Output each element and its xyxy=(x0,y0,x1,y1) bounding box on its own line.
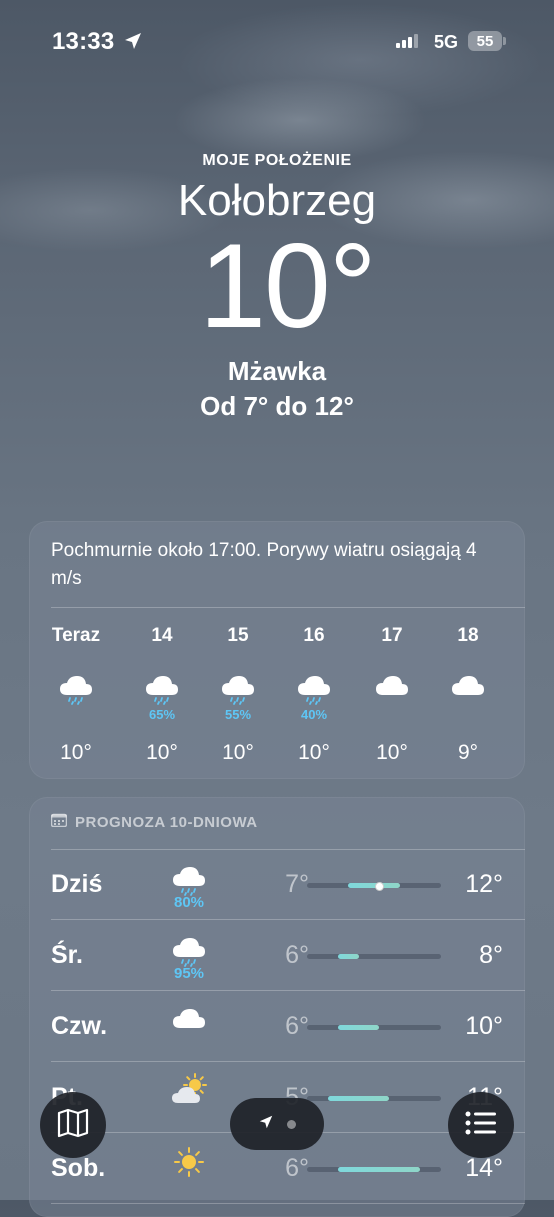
low-temperature: 6° xyxy=(285,1012,309,1040)
current-condition: Mżawka xyxy=(227,356,327,386)
day-label: Czw. xyxy=(51,1012,108,1040)
day-row[interactable]: Czw. 6° 10° xyxy=(29,992,525,1062)
calendar-icon xyxy=(50,813,68,831)
status-bar: 13:33 5G 55 xyxy=(0,24,554,60)
temperature-range-bar xyxy=(307,882,441,891)
page-dot xyxy=(286,1119,296,1129)
cloud-rain-icon xyxy=(167,931,211,967)
divider xyxy=(51,990,525,991)
signal-icon xyxy=(396,34,422,53)
cloud-rain-icon xyxy=(167,860,211,896)
hour-temperature: 10° xyxy=(298,741,330,764)
cloud-rain-icon xyxy=(279,669,349,705)
location-arrow-icon xyxy=(124,32,142,55)
hour-column: 14 65% 10° xyxy=(127,625,197,775)
hour-column: 18 9° xyxy=(433,625,503,775)
bottom-toolbar xyxy=(0,1090,554,1160)
my-location-label: MOJE POŁOŻENIE xyxy=(202,152,352,169)
current-weather: MOJE POŁOŻENIE Kołobrzeg 10° Mżawka Od 7… xyxy=(0,152,554,422)
hour-temperature: 10° xyxy=(60,741,92,764)
precipitation-chance: 65% xyxy=(148,707,176,722)
temperature-range-bar xyxy=(307,1025,441,1030)
cloud-icon xyxy=(167,1002,211,1036)
precipitation-chance: 80% xyxy=(173,894,205,911)
high-temperature: 12° xyxy=(465,870,503,898)
temperature-range-bar xyxy=(307,1167,441,1172)
hour-column: 16 40% 10° xyxy=(279,625,349,775)
hour-label: 16 xyxy=(303,625,325,646)
hour-column: Teraz 10° xyxy=(41,625,111,775)
hour-label: 15 xyxy=(227,625,249,646)
hour-label: 18 xyxy=(457,625,479,646)
locations-list-button[interactable] xyxy=(448,1092,514,1158)
precipitation-chance: 40% xyxy=(300,707,328,722)
day-label: Dziś xyxy=(51,870,103,898)
low-temperature: 7° xyxy=(285,870,309,898)
list-icon xyxy=(465,1110,497,1141)
low-temperature: 6° xyxy=(285,941,309,969)
divider xyxy=(51,919,525,920)
hourly-forecast-card[interactable]: Pochmurnie około 17:00. Porywy wiatru os… xyxy=(29,521,525,779)
daily-header: PROGNOZA 10-DNIOWA xyxy=(50,813,258,831)
hour-temperature: 10° xyxy=(222,741,254,764)
hour-temperature: 9° xyxy=(457,741,479,764)
hour-label: Teraz xyxy=(51,625,101,646)
hour-label: 14 xyxy=(151,625,173,646)
hour-column: 15 55% 10° xyxy=(203,625,273,775)
current-temperature: 10° xyxy=(199,219,376,353)
divider xyxy=(51,1061,525,1062)
temperature-range-fill xyxy=(337,1167,421,1172)
map-icon xyxy=(57,1108,89,1143)
cloud-icon xyxy=(357,669,427,705)
temperature-range: Od 7° do 12° xyxy=(200,391,354,421)
high-temperature: 10° xyxy=(465,1012,503,1040)
cloud-icon xyxy=(433,669,503,705)
precipitation-chance: 55% xyxy=(224,707,252,722)
current-temp-dot xyxy=(375,882,385,891)
precipitation-chance: 95% xyxy=(173,965,205,982)
hour-temperature: 10° xyxy=(146,741,178,764)
divider xyxy=(51,1203,525,1204)
cloud-rain-icon xyxy=(127,669,197,705)
divider xyxy=(51,607,525,608)
battery-level: 55 xyxy=(476,32,494,50)
location-arrow-icon xyxy=(259,1115,273,1134)
temperature-range-bar xyxy=(307,954,441,959)
cloud-rain-icon xyxy=(203,669,273,705)
day-row[interactable]: Dziś 80% 7° 12° xyxy=(29,850,525,920)
network-type: 5G xyxy=(434,32,459,52)
day-label: Śr. xyxy=(51,941,83,969)
high-temperature: 8° xyxy=(479,941,503,969)
hour-label: 17 xyxy=(381,625,403,646)
battery-icon: 55 xyxy=(468,31,506,51)
hour-temperature: 10° xyxy=(376,741,408,764)
hourly-list[interactable]: Teraz 10° 14 65% 10° 15 55% 10° 16 40% 10° 17 10° 18 9… xyxy=(41,625,525,775)
location-page-indicator[interactable] xyxy=(230,1098,324,1150)
temperature-range-fill xyxy=(337,954,359,959)
hourly-summary: Pochmurnie około 17:00. Porywy wiatru os… xyxy=(51,540,477,589)
map-button[interactable] xyxy=(40,1092,106,1158)
status-time: 13:33 xyxy=(52,28,115,55)
hour-column: 17 10° xyxy=(357,625,427,775)
cloud-drizzle-icon xyxy=(41,669,111,705)
daily-title: PROGNOZA 10-DNIOWA xyxy=(75,813,258,831)
temperature-range-fill xyxy=(337,1025,380,1030)
day-row[interactable]: Śr. 95% 6° 8° xyxy=(29,921,525,991)
temperature-range-fill xyxy=(348,883,400,888)
